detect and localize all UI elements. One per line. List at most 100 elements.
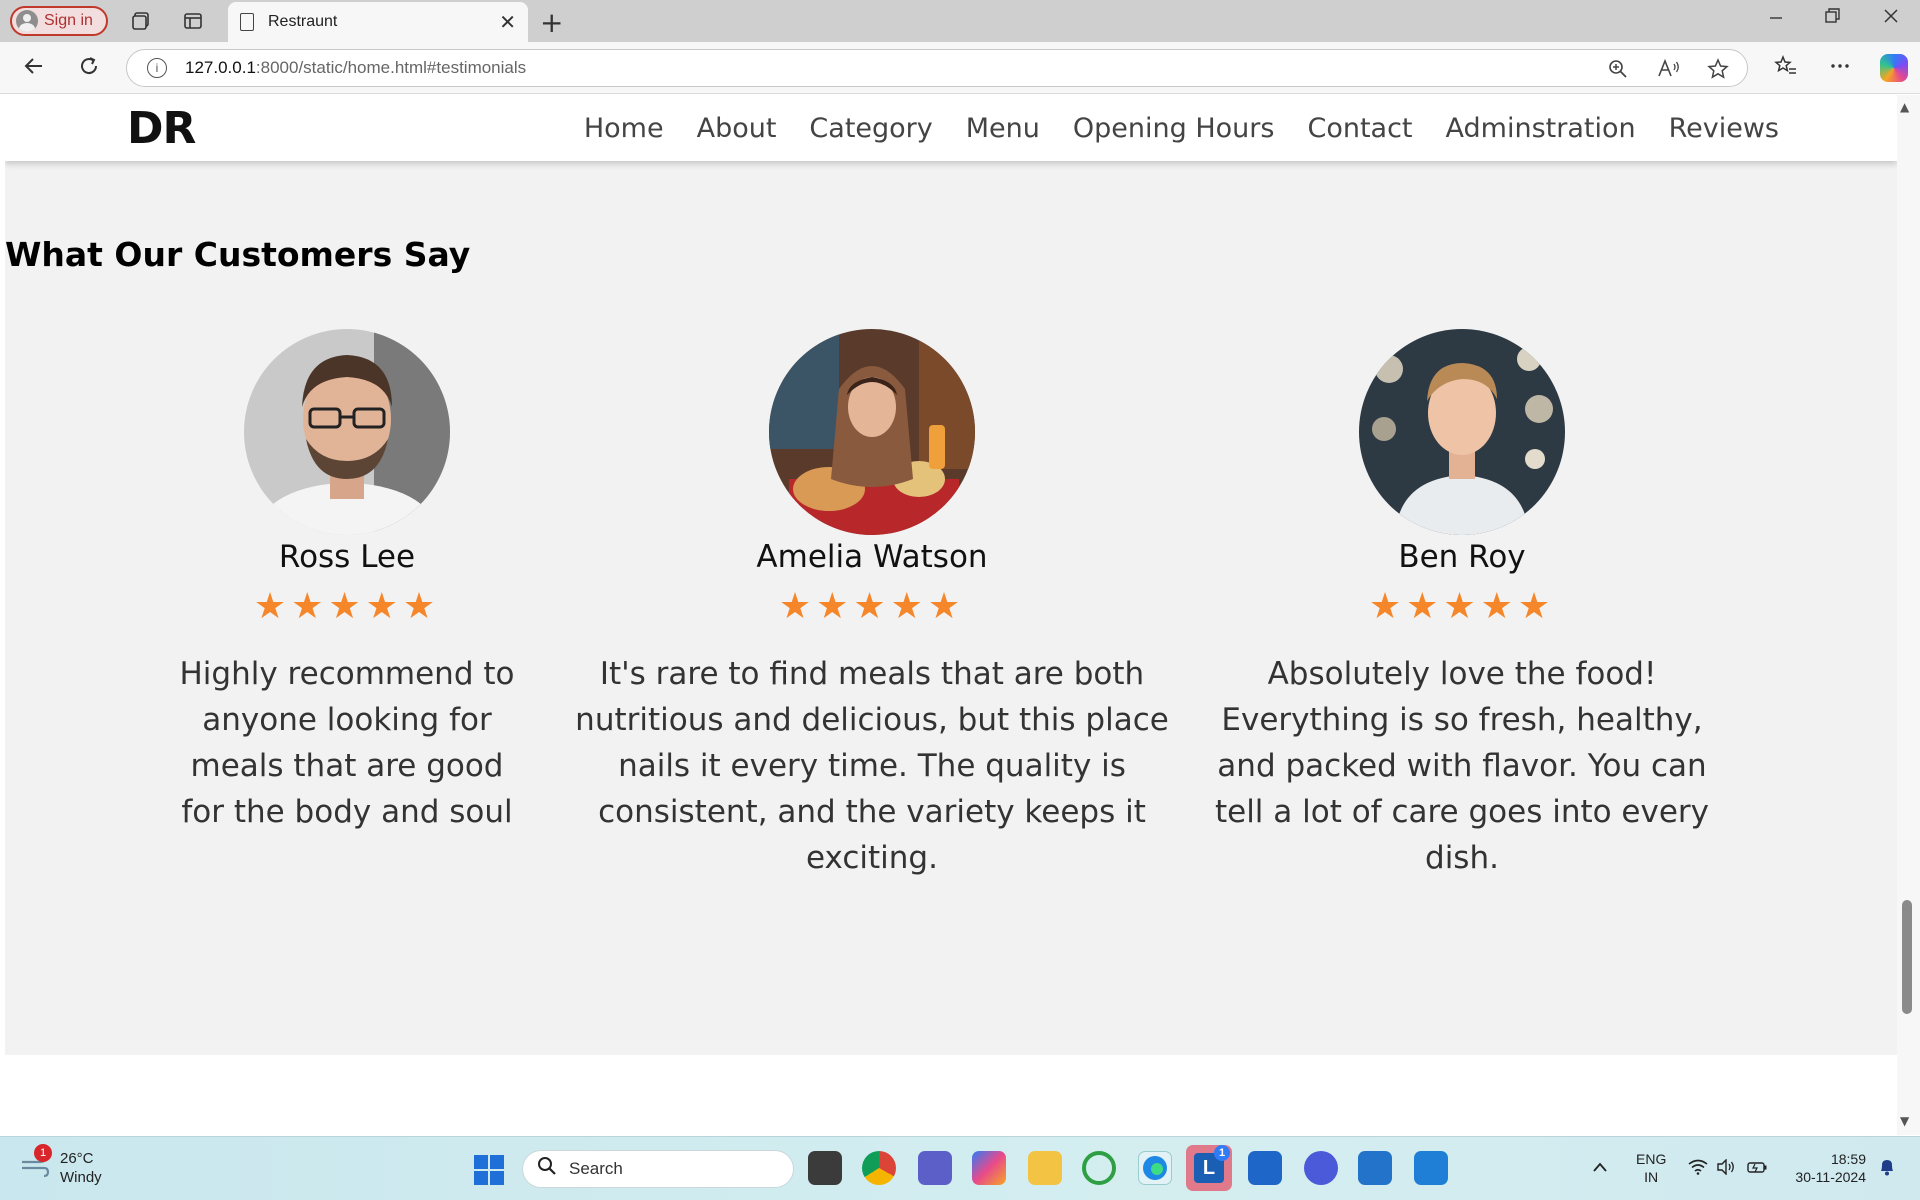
customer-avatar [769, 329, 975, 535]
nav-contact[interactable]: Contact [1307, 113, 1412, 144]
url-host: 127.0.0.1 [185, 58, 256, 77]
quote-line: meals that are good [190, 748, 504, 784]
profile-icon [16, 10, 38, 32]
volume-icon[interactable] [1716, 1158, 1736, 1180]
language-indicator[interactable]: ENG IN [1636, 1150, 1666, 1186]
quote-line: and packed with flavor. You can [1217, 748, 1707, 784]
testimonial-card: Ross Lee ★★★★★ Highly recommend to anyon… [142, 329, 552, 835]
more-options-icon[interactable] [1828, 54, 1852, 84]
page-viewport: DR Home About Category Menu Opening Hour… [5, 95, 1897, 1135]
testimonial-quote: Absolutely love the food! Everything is … [1192, 651, 1732, 881]
quote-line: exciting. [806, 840, 938, 876]
quote-line: anyone looking for [202, 702, 492, 738]
file-explorer-dark-icon[interactable] [808, 1151, 842, 1185]
chrome-icon[interactable] [862, 1151, 896, 1185]
vscode-icon[interactable] [1358, 1151, 1392, 1185]
folder-icon[interactable] [1028, 1151, 1062, 1185]
weather-condition: Windy [60, 1169, 102, 1186]
edge-icon[interactable] [1138, 1151, 1172, 1185]
notification-badge: 1 [34, 1143, 52, 1162]
tab-restraunt[interactable]: Restraunt ✕ [228, 2, 528, 42]
browser-toolbar: i 127.0.0.1:8000/static/home.html#testim… [0, 42, 1920, 94]
favorites-icon[interactable] [1774, 54, 1798, 84]
app-a-icon[interactable] [1304, 1151, 1338, 1185]
site-logo[interactable]: DR [127, 103, 196, 154]
copilot-icon[interactable] [1880, 54, 1908, 82]
address-bar[interactable]: i 127.0.0.1:8000/static/home.html#testim… [126, 49, 1748, 87]
nav-adminstration[interactable]: Adminstration [1446, 113, 1636, 144]
customer-name: Ross Lee [278, 539, 416, 575]
quote-line: nails it every time. The quality is [618, 748, 1126, 784]
search-placeholder: Search [569, 1159, 623, 1178]
nav-menu[interactable]: Menu [966, 113, 1040, 144]
testimonial-quote: Highly recommend to anyone looking for m… [142, 651, 552, 835]
clock[interactable]: 18:59 30-11-2024 [1786, 1150, 1866, 1186]
tab-actions-icon[interactable] [180, 8, 206, 34]
sync-app-icon[interactable] [1082, 1151, 1116, 1185]
restore-icon[interactable] [1824, 6, 1840, 31]
quote-line: It's rare to find meals that are both [599, 656, 1145, 692]
taskbar-search[interactable]: Search [522, 1150, 794, 1188]
windows-start-icon[interactable] [474, 1155, 504, 1185]
minimize-icon[interactable] [1768, 6, 1784, 31]
zoom-icon[interactable] [1607, 58, 1629, 86]
quote-line: Highly recommend to [179, 656, 515, 692]
read-aloud-icon[interactable] [1657, 58, 1681, 86]
battery-icon[interactable] [1746, 1159, 1768, 1180]
testimonials-title: What Our Customers Say [5, 235, 471, 274]
nav-opening-hours[interactable]: Opening Hours [1073, 113, 1275, 144]
weather-widget[interactable]: 1 26°C Windy [20, 1143, 102, 1187]
quote-line: nutritious and delicious, but this place [575, 702, 1169, 738]
workspaces-icon[interactable] [128, 8, 154, 34]
browser-tab-bar: Sign in Restraunt ✕ + [0, 0, 1920, 42]
quote-line: dish. [1425, 840, 1499, 876]
testimonial-card: Ben Roy ★★★★★ Absolutely love the food! … [1192, 329, 1732, 881]
quote-line: for the body and soul [181, 794, 513, 830]
notification-bell-icon[interactable] [1878, 1157, 1896, 1182]
page-icon [240, 13, 254, 31]
back-arrow-icon[interactable] [22, 54, 46, 84]
teams-icon[interactable] [918, 1151, 952, 1185]
copilot-app-icon[interactable] [972, 1151, 1006, 1185]
site-info-icon[interactable]: i [147, 58, 167, 78]
star-rating-icon: ★★★★★ [253, 586, 441, 627]
chevron-up-icon[interactable] [1592, 1157, 1608, 1178]
search-icon [537, 1156, 557, 1182]
star-rating-icon: ★★★★★ [1368, 586, 1556, 627]
sign-in-label: Sign in [44, 12, 93, 29]
next-section [5, 1055, 1897, 1135]
testimonial-card: Amelia Watson ★★★★★ It's rare to find me… [552, 329, 1192, 881]
url-path: :8000/static/home.html#testimonials [255, 58, 527, 77]
lang-code: ENG [1636, 1151, 1667, 1167]
favorite-star-icon[interactable] [1707, 58, 1729, 86]
clock-date: 30-11-2024 [1795, 1169, 1866, 1185]
wifi-icon[interactable] [1688, 1159, 1708, 1180]
app-l-icon[interactable]: L 1 [1186, 1145, 1232, 1191]
customer-name: Ben Roy [1398, 539, 1526, 575]
scrollbar-thumb[interactable] [1902, 900, 1912, 1014]
nav-home[interactable]: Home [584, 113, 664, 144]
region-code: IN [1644, 1169, 1659, 1185]
app-badge: 1 [1214, 1145, 1230, 1161]
nav-about[interactable]: About [697, 113, 777, 144]
store-icon[interactable] [1248, 1151, 1282, 1185]
scroll-down-icon[interactable]: ▼ [1900, 1114, 1909, 1128]
nav-reviews[interactable]: Reviews [1669, 113, 1779, 144]
nav-category[interactable]: Category [809, 113, 932, 144]
photos-icon[interactable] [1414, 1151, 1448, 1185]
close-window-icon[interactable] [1882, 6, 1900, 31]
quote-line: Everything is so fresh, healthy, [1221, 702, 1703, 738]
temperature: 26°C [60, 1150, 94, 1167]
windy-weather-icon: 1 [20, 1143, 52, 1185]
close-tab-icon[interactable]: ✕ [499, 10, 516, 35]
new-tab-button[interactable]: + [540, 6, 563, 39]
scroll-up-icon[interactable]: ▲ [1900, 100, 1909, 114]
site-nav: Home About Category Menu Opening Hours C… [584, 113, 1779, 144]
star-rating-icon: ★★★★★ [778, 586, 966, 627]
customer-avatar [1359, 329, 1565, 535]
quote-line: consistent, and the variety keeps it [598, 794, 1146, 830]
site-header: DR Home About Category Menu Opening Hour… [5, 95, 1897, 161]
sign-in-button[interactable]: Sign in [10, 6, 108, 36]
customer-avatar [244, 329, 450, 535]
refresh-icon[interactable] [77, 54, 101, 84]
